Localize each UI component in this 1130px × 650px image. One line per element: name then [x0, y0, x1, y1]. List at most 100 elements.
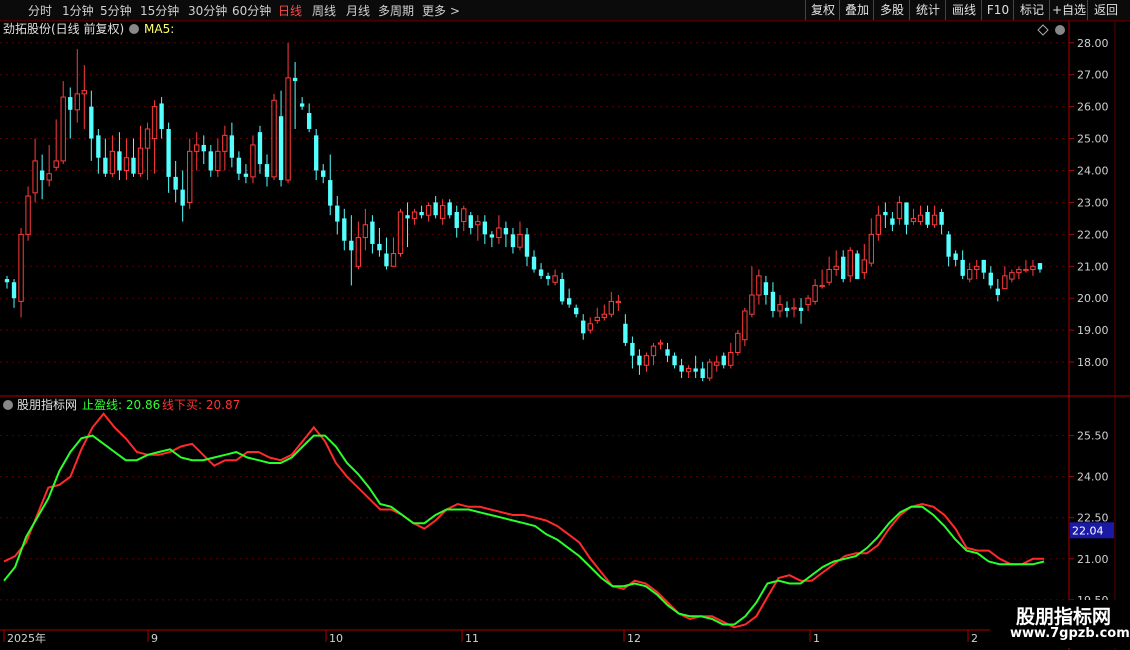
candle-body — [531, 256, 537, 270]
candle — [173, 160, 178, 203]
candle — [841, 250, 846, 283]
price-axis: 28.00 27.00 26.00 25.00 24.00 23.00 22.00 21.00… — [1069, 37, 1114, 607]
candle-body — [805, 297, 811, 306]
candle-body — [292, 77, 298, 82]
candle — [833, 250, 839, 276]
candle-body — [18, 233, 24, 302]
candle-body — [166, 128, 171, 177]
indicator-tick-label: 25.50 — [1077, 430, 1109, 443]
candle-body — [123, 157, 130, 171]
watermark-url: www.7gpzb.com — [1010, 626, 1130, 641]
candle — [749, 266, 755, 318]
candle-body — [826, 268, 832, 283]
candle — [855, 250, 860, 280]
candle — [468, 212, 473, 235]
candle-body — [60, 96, 66, 162]
candle — [397, 208, 404, 257]
candle — [960, 250, 965, 280]
candle-body — [32, 160, 38, 194]
candle-body — [749, 294, 755, 315]
candle — [4, 275, 10, 289]
candle-body — [257, 132, 263, 165]
candle — [74, 49, 80, 123]
candle — [299, 97, 305, 110]
candle-body — [910, 217, 917, 223]
candle — [328, 154, 333, 216]
candle — [496, 215, 502, 244]
candle-body — [425, 205, 432, 216]
candle — [377, 227, 382, 257]
candle — [784, 301, 790, 318]
candle — [883, 202, 888, 228]
candle — [917, 205, 924, 225]
candle-body — [798, 307, 804, 311]
candle-body — [896, 201, 903, 219]
date-label: 2 — [971, 632, 978, 645]
price-tick-label: 27.00 — [1077, 69, 1109, 82]
candle — [721, 352, 726, 369]
candle — [714, 355, 720, 372]
candle — [285, 42, 291, 184]
candle-body — [946, 234, 951, 257]
candle-body — [362, 224, 369, 239]
candle-body — [447, 202, 452, 216]
candle — [798, 298, 804, 324]
candle-body — [11, 282, 17, 299]
candle-body — [173, 176, 178, 190]
candle-body — [222, 134, 228, 152]
date-label: 10 — [329, 632, 343, 645]
candle — [700, 362, 705, 382]
candle-body — [397, 211, 404, 255]
candle-body — [208, 151, 213, 171]
candle — [679, 358, 684, 379]
candle-body — [321, 170, 326, 177]
candle — [278, 90, 284, 187]
candle-body — [650, 345, 657, 357]
candle-body — [250, 144, 256, 178]
watermark-title: 股朋指标网 — [1016, 606, 1112, 628]
candle — [187, 138, 193, 209]
candle — [306, 103, 312, 133]
candle-body — [342, 218, 347, 241]
candle — [510, 227, 516, 254]
candle-body — [904, 202, 909, 225]
candle-body — [299, 103, 305, 107]
candle — [229, 122, 235, 168]
candle — [180, 170, 185, 222]
candle-body — [995, 288, 1000, 296]
candle-body — [679, 365, 684, 372]
candle — [791, 298, 797, 318]
candle — [608, 291, 615, 318]
watermark: 股朋指标网 www.7gpzb.com — [990, 600, 1130, 648]
candle-body — [151, 106, 158, 140]
candle-body — [594, 316, 600, 322]
candle — [355, 221, 362, 270]
candle — [109, 135, 116, 177]
candle-body — [1030, 265, 1036, 270]
candle-body — [278, 116, 284, 181]
candle — [489, 231, 495, 248]
candle-body — [608, 300, 615, 315]
candle-body — [538, 269, 544, 276]
candle-body — [384, 253, 389, 267]
candle — [685, 365, 692, 379]
price-tick-label: 23.00 — [1077, 196, 1109, 209]
candle-body — [1037, 263, 1043, 270]
candle — [11, 279, 17, 308]
candle — [123, 138, 130, 181]
candle-body — [377, 243, 382, 251]
candle — [601, 304, 607, 321]
candle — [96, 128, 101, 174]
candle-body — [335, 205, 340, 222]
candle-body — [1023, 268, 1029, 272]
candle-body — [601, 313, 607, 318]
price-tick-label: 20.00 — [1077, 292, 1109, 305]
candle-body — [306, 113, 312, 129]
candle-body — [4, 279, 10, 283]
candle-body — [355, 237, 362, 267]
candle — [665, 342, 670, 363]
candle — [208, 144, 213, 177]
candle — [637, 349, 642, 375]
candle-body — [39, 170, 45, 181]
candle — [538, 263, 544, 280]
